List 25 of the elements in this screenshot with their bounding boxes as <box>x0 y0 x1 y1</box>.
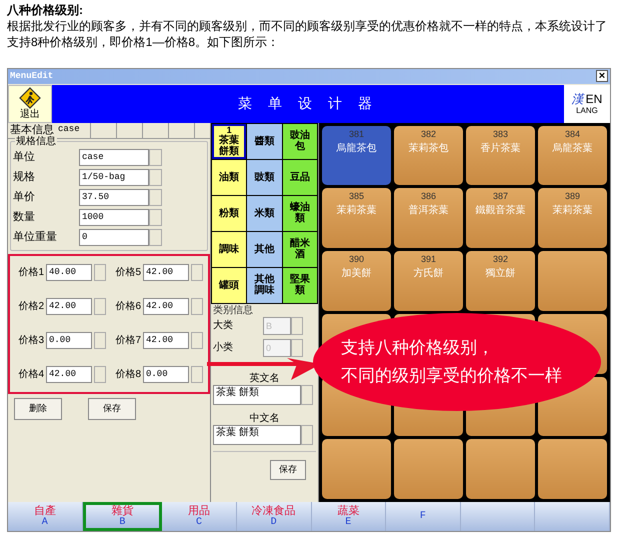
app-title: 菜 单 设 计 器 <box>238 94 378 114</box>
price-label: 价格7 <box>114 334 141 348</box>
field-label: 小类 <box>213 340 234 356</box>
intro-heading: 八种价格级别: <box>7 2 84 18</box>
field-label: 单位 <box>13 150 36 165</box>
price-label: 价格1 <box>17 266 44 280</box>
callout-text: 不同的级别享受的价格不一样 <box>341 366 563 386</box>
field-label: 规格 <box>13 170 36 185</box>
price-label: 价格4 <box>17 368 44 382</box>
price-label: 价格5 <box>114 266 141 280</box>
group-legend: 类别信息 <box>213 304 316 317</box>
field-label: 英文名 <box>248 372 280 385</box>
price-label: 价格6 <box>114 300 141 314</box>
field-label: 单位重量 <box>13 230 58 245</box>
field-label: 中文名 <box>248 412 280 425</box>
field-label: 单价 <box>13 190 36 205</box>
window-title: MenuEdit <box>10 70 54 83</box>
intro-paragraph: 根据批发行业的顾客多，并有不同的顾客级别，而不同的顾客级别享受的优惠价格就不一样的特点，本系统设计了支持8种价格级别，即价格1—价格8。如下图所示： <box>7 18 608 50</box>
group-legend: 规格信息 <box>15 136 57 147</box>
price-label: 价格2 <box>17 300 44 314</box>
field-label: 数量 <box>13 210 36 225</box>
field-label: 大类 <box>213 318 234 334</box>
price-label: 价格8 <box>114 368 141 382</box>
callout-text: 支持八种价格级别， <box>341 338 495 358</box>
price-label: 价格3 <box>17 334 44 348</box>
